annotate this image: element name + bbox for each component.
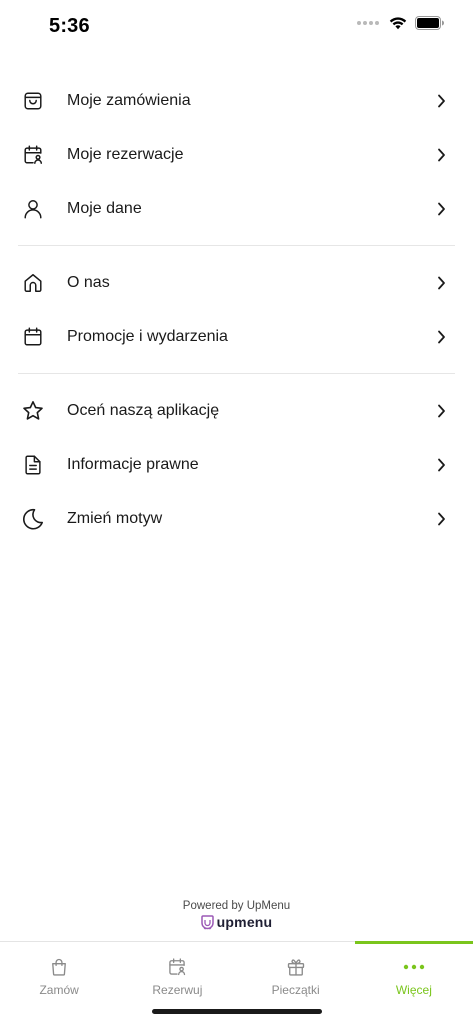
chevron-right-icon xyxy=(435,404,447,418)
status-icons xyxy=(357,16,445,30)
wifi-icon xyxy=(389,17,407,30)
tab-label: Zamów xyxy=(39,983,79,997)
chevron-right-icon xyxy=(435,512,447,526)
menu-item-label: Zmień motyw xyxy=(67,510,163,527)
user-icon xyxy=(21,197,45,221)
menu-group-account: Moje zamówienia Moje rezerwacje Moje dan… xyxy=(0,74,473,236)
moon-icon xyxy=(21,507,45,531)
tab-more[interactable]: Więcej xyxy=(354,941,473,1024)
shopping-bag-icon xyxy=(21,89,45,113)
brand-name: upmenu xyxy=(216,914,273,930)
calendar-person-icon xyxy=(166,956,188,978)
menu-item-my-orders[interactable]: Moje zamówienia xyxy=(0,74,473,128)
document-icon xyxy=(21,453,45,477)
menu-item-about-us[interactable]: O nas xyxy=(0,256,473,310)
calendar-icon xyxy=(21,325,45,349)
menu-item-label: O nas xyxy=(67,274,110,291)
more-menu: Moje zamówienia Moje rezerwacje Moje dan… xyxy=(0,74,473,546)
shopping-bag-icon xyxy=(48,956,70,978)
home-indicator[interactable] xyxy=(152,1009,322,1014)
menu-item-my-reservations[interactable]: Moje rezerwacje xyxy=(0,128,473,182)
status-time: 5:36 xyxy=(49,15,90,37)
chevron-right-icon xyxy=(435,330,447,344)
chevron-right-icon xyxy=(435,148,447,162)
menu-item-legal-info[interactable]: Informacje prawne xyxy=(0,438,473,492)
upmenu-logo-icon xyxy=(200,914,214,930)
gift-icon xyxy=(285,956,307,978)
powered-by-text: Powered by UpMenu xyxy=(182,900,291,912)
menu-item-promotions-events[interactable]: Promocje i wydarzenia xyxy=(0,310,473,364)
home-icon xyxy=(21,271,45,295)
tab-order[interactable]: Zamów xyxy=(0,942,118,1024)
battery-icon xyxy=(415,16,444,30)
chevron-right-icon xyxy=(435,202,447,216)
powered-by: Powered by UpMenu upmenu xyxy=(0,900,473,935)
menu-divider xyxy=(18,373,455,374)
menu-item-label: Moje dane xyxy=(67,200,142,217)
tab-label: Rezerwuj xyxy=(152,983,203,997)
chevron-right-icon xyxy=(435,276,447,290)
menu-group-app: Oceń naszą aplikację Informacje prawne Z… xyxy=(0,384,473,546)
cellular-signal-icon xyxy=(357,21,379,25)
menu-item-label: Promocje i wydarzenia xyxy=(67,328,228,345)
chevron-right-icon xyxy=(435,94,447,108)
menu-item-label: Informacje prawne xyxy=(67,456,199,473)
status-bar: 5:36 xyxy=(0,0,473,54)
menu-item-label: Moje rezerwacje xyxy=(67,146,184,163)
tab-label: Więcej xyxy=(395,983,432,997)
menu-item-label: Oceń naszą aplikację xyxy=(67,402,220,419)
chevron-right-icon xyxy=(435,458,447,472)
menu-item-change-theme[interactable]: Zmień motyw xyxy=(0,492,473,546)
star-icon xyxy=(21,399,45,423)
more-dots-icon xyxy=(403,956,425,978)
upmenu-logo[interactable]: upmenu xyxy=(200,914,273,930)
menu-divider xyxy=(18,245,455,246)
tab-label: Pieczątki xyxy=(271,983,320,997)
menu-item-label: Moje zamówienia xyxy=(67,92,191,109)
menu-group-info: O nas Promocje i wydarzenia xyxy=(0,256,473,364)
calendar-person-icon xyxy=(21,143,45,167)
menu-item-my-data[interactable]: Moje dane xyxy=(0,182,473,236)
menu-item-rate-app[interactable]: Oceń naszą aplikację xyxy=(0,384,473,438)
